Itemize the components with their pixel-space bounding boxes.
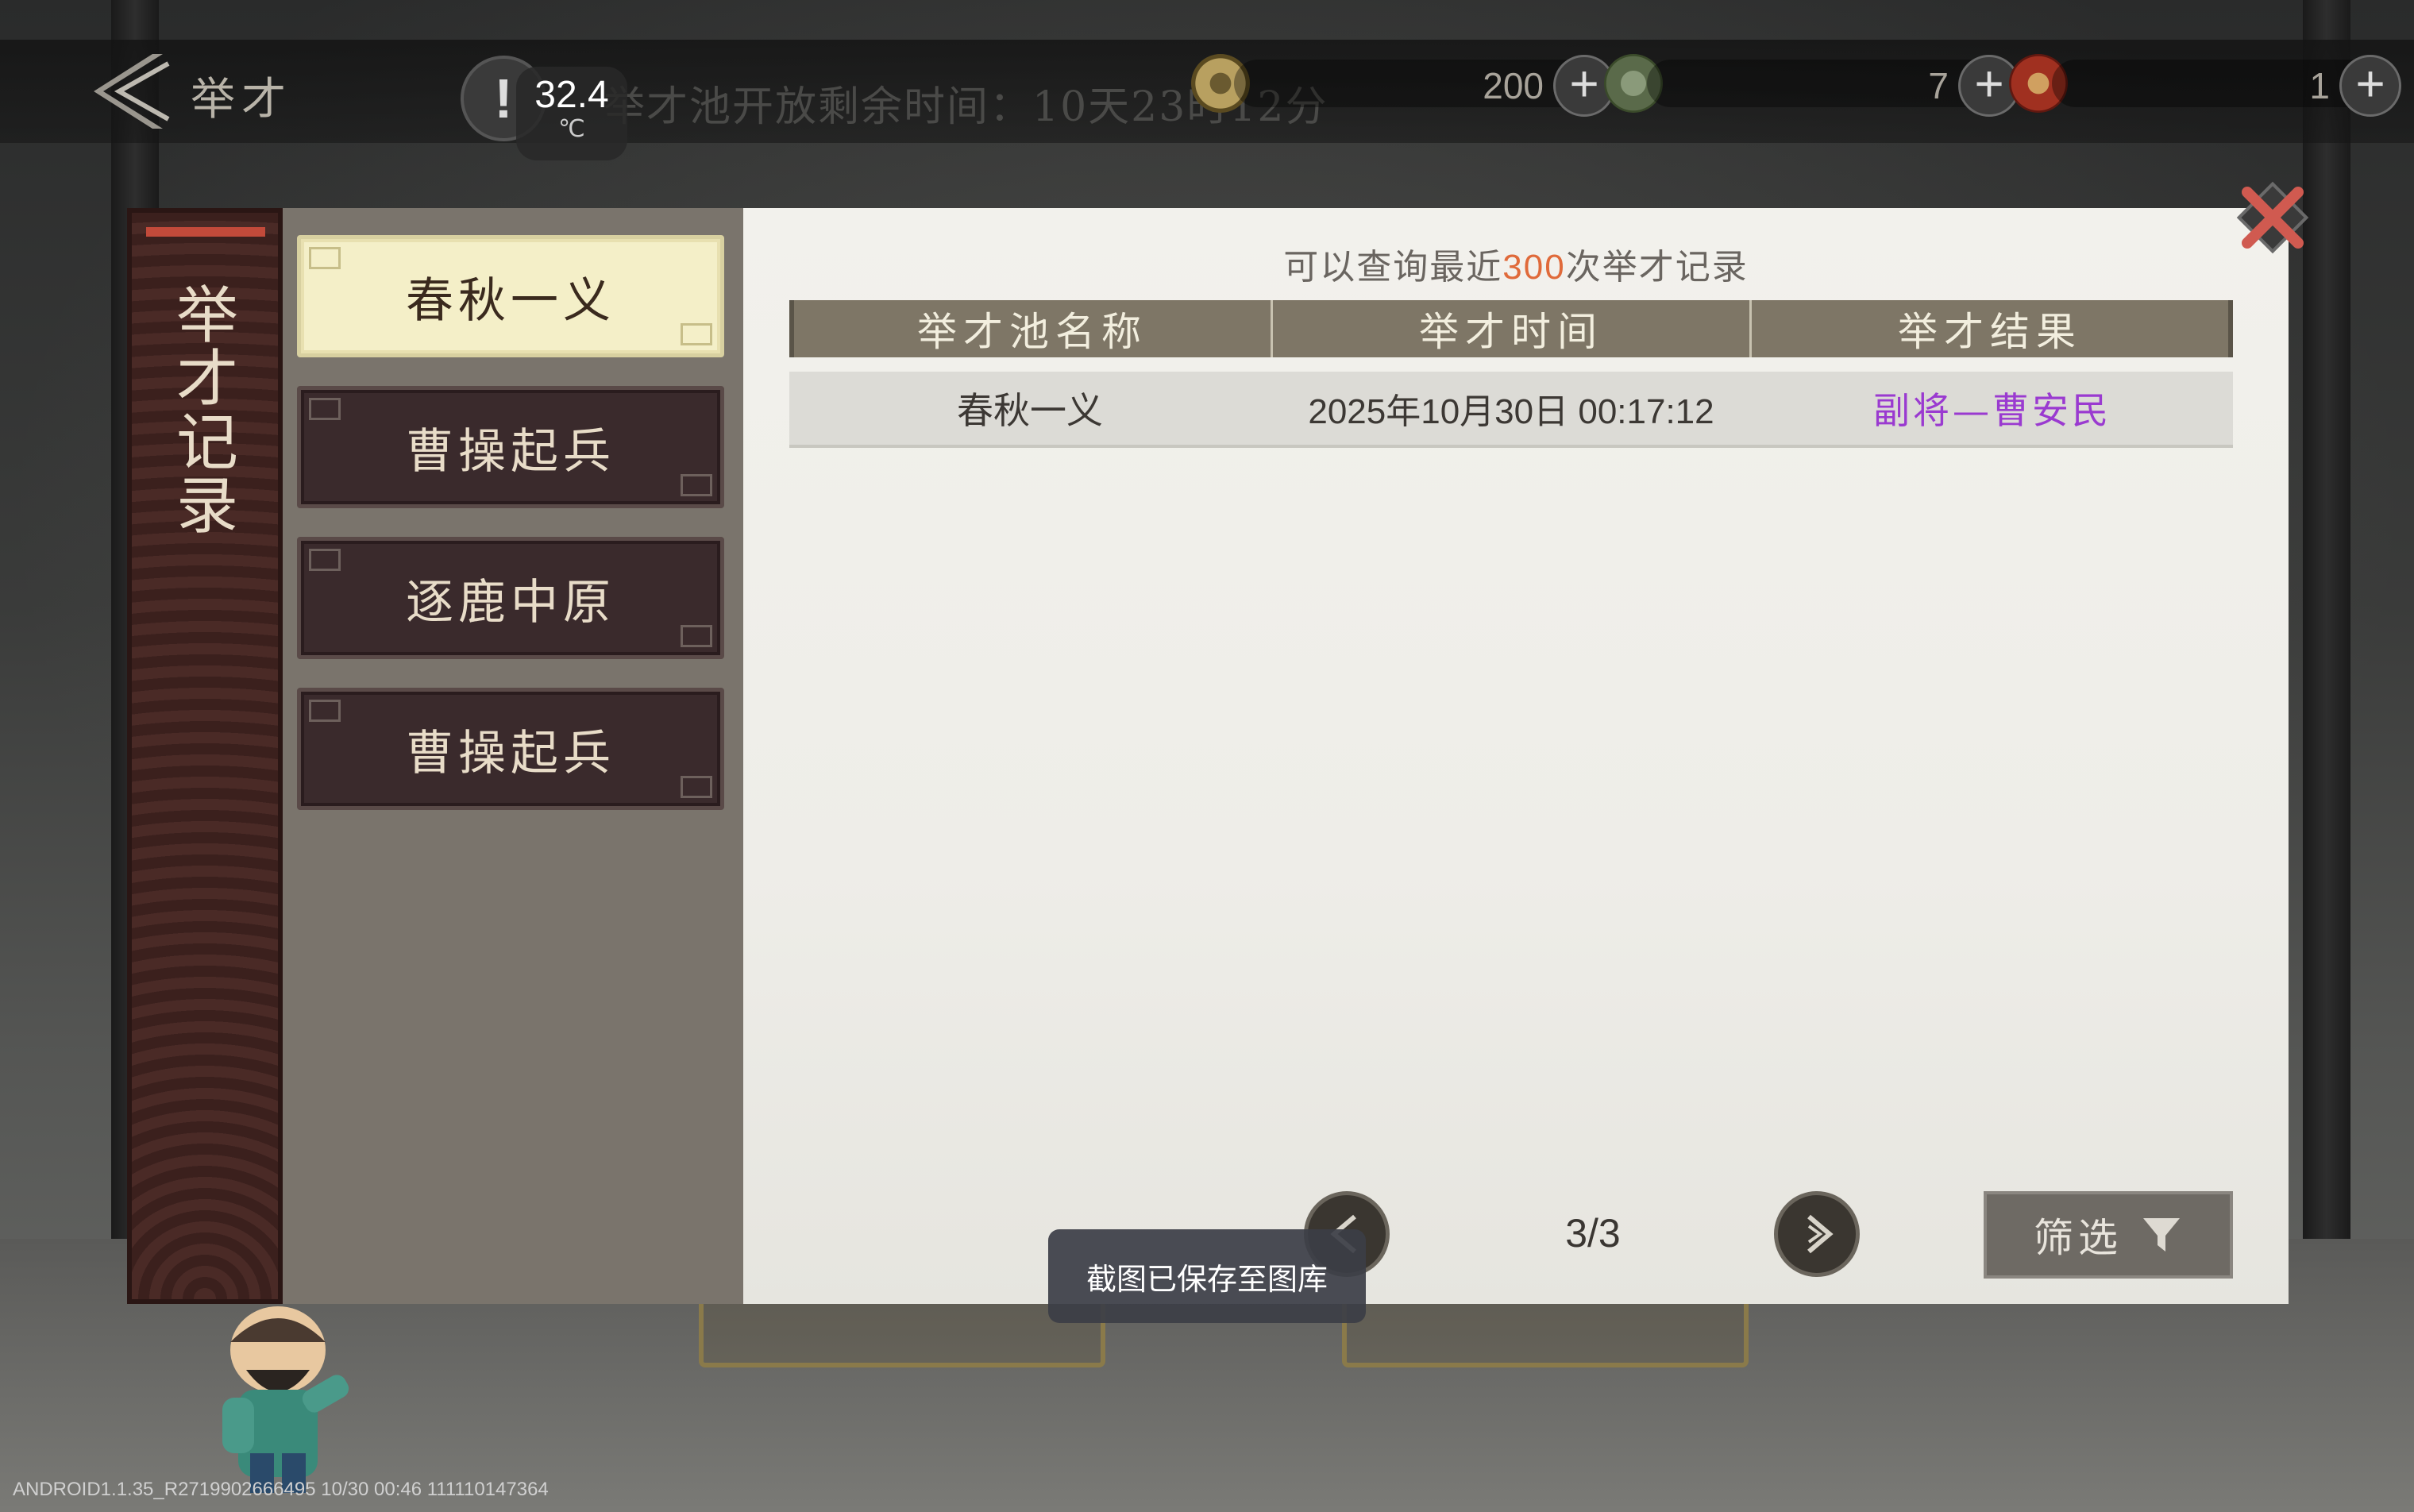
hint-suffix: 次举才记录 bbox=[1565, 247, 1749, 287]
page-title: 举才 bbox=[191, 74, 292, 125]
background-plaque bbox=[699, 1294, 1105, 1367]
close-icon bbox=[2236, 181, 2309, 254]
resource-jade: 7 + bbox=[1604, 48, 2020, 119]
table-header: 举才池名称 举才时间 举才结果 bbox=[789, 300, 2233, 357]
tab-pool-3[interactable]: 逐鹿中原 bbox=[297, 537, 724, 659]
tab-corner-ornament bbox=[681, 323, 712, 345]
temperature-value: 32.4 bbox=[534, 74, 609, 116]
banner-red-line bbox=[146, 227, 265, 237]
table-row: 春秋一义 2025年10月30日 00:17:12 副将—曹安民 bbox=[789, 372, 2233, 448]
tab-corner-ornament bbox=[681, 474, 712, 496]
tab-corner-ornament bbox=[681, 776, 712, 798]
column-header-result: 举才结果 bbox=[1898, 309, 2082, 355]
title-char: 举 bbox=[175, 280, 238, 352]
cell-time: 2025年10月30日 00:17:12 bbox=[1308, 392, 1714, 431]
tab-pool-1[interactable]: 春秋一义 bbox=[297, 235, 724, 357]
tab-pool-4[interactable]: 曹操起兵 bbox=[297, 688, 724, 810]
arrow-right-icon bbox=[1807, 1214, 1834, 1254]
background-plaque bbox=[1342, 1294, 1749, 1367]
tab-pool-2[interactable]: 曹操起兵 bbox=[297, 386, 724, 508]
coin-value: 200 bbox=[1483, 65, 1544, 106]
records-hint: 可以查询最近300次举才记录 bbox=[743, 238, 2289, 289]
resource-bar: 200 + bbox=[1234, 55, 1615, 117]
temperature-unit: ℃ bbox=[558, 116, 585, 142]
title-char: 才 bbox=[175, 344, 238, 415]
cell-pool: 春秋一义 bbox=[957, 389, 1103, 432]
resource-bar: 1 + bbox=[2052, 55, 2401, 117]
seal-value: 1 bbox=[2309, 65, 2330, 106]
close-button[interactable] bbox=[2228, 173, 2317, 262]
temperature-overlay: 32.4 ℃ bbox=[516, 67, 627, 160]
resource-bar: 7 + bbox=[1647, 55, 2020, 117]
tab-label: 逐鹿中原 bbox=[406, 574, 615, 631]
recruit-record-dialog: 举 才 记 录 春秋一义 曹操起兵 逐鹿中原 曹操起兵 可以查询最近300次举才… bbox=[127, 208, 2289, 1304]
back-arrow-icon bbox=[94, 54, 170, 129]
tab-corner-ornament bbox=[309, 247, 341, 269]
back-button[interactable] bbox=[71, 48, 183, 135]
tab-corner-ornament bbox=[309, 700, 341, 722]
filter-button[interactable]: 筛选 bbox=[1984, 1191, 2233, 1279]
build-info: ANDROID1.1.35_R2719902666495 10/30 00:46… bbox=[13, 1479, 549, 1500]
mascot-character bbox=[222, 1306, 349, 1493]
pool-tabs-panel: 春秋一义 曹操起兵 逐鹿中原 曹操起兵 bbox=[283, 208, 743, 1304]
records-panel: 可以查询最近300次举才记录 举才池名称 举才时间 举才结果 春秋一义 2025… bbox=[743, 208, 2289, 1304]
screenshot-toast: 截图已保存至图库 bbox=[1048, 1229, 1366, 1323]
side-banner: 举 才 记 录 bbox=[127, 208, 283, 1304]
tab-label: 曹操起兵 bbox=[406, 725, 615, 781]
column-header-pool: 举才池名称 bbox=[794, 300, 1273, 357]
resource-seal: 1 + bbox=[2009, 48, 2401, 119]
filter-label: 筛选 bbox=[2034, 1215, 2123, 1261]
tab-corner-ornament bbox=[309, 398, 341, 420]
dialog-title: 举 才 记 录 bbox=[164, 284, 251, 538]
tab-corner-ornament bbox=[309, 549, 341, 571]
column-header-time: 举才时间 bbox=[1273, 300, 1752, 357]
jade-value: 7 bbox=[1928, 65, 1949, 106]
hint-number: 300 bbox=[1502, 248, 1566, 287]
funnel-icon bbox=[2143, 1218, 2180, 1252]
add-seal-button[interactable]: + bbox=[2339, 55, 2401, 117]
tab-label: 春秋一义 bbox=[406, 272, 615, 329]
next-page-button[interactable] bbox=[1774, 1191, 1860, 1277]
tab-label: 曹操起兵 bbox=[406, 423, 615, 480]
hint-prefix: 可以查询最近 bbox=[1283, 247, 1503, 287]
tab-corner-ornament bbox=[681, 625, 712, 647]
title-char: 记 bbox=[175, 407, 238, 479]
title-char: 录 bbox=[175, 471, 238, 542]
cell-result: 副将—曹安民 bbox=[1873, 389, 2111, 432]
page-indicator: 3/3 bbox=[1565, 1211, 1621, 1256]
resource-coin: 200 + bbox=[1191, 48, 1615, 119]
